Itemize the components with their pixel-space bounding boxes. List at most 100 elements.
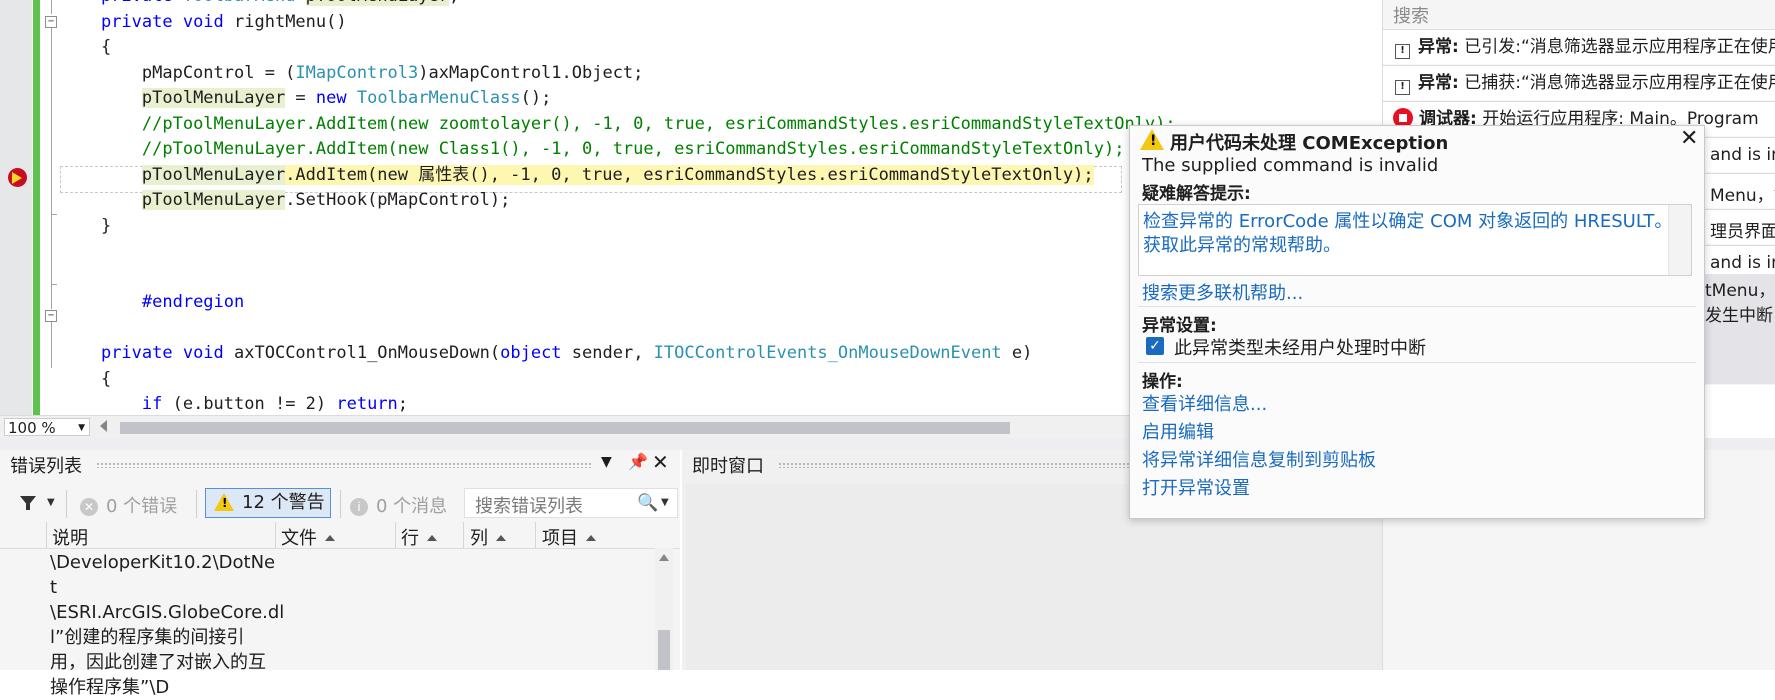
- code-token: ITOCControlEvents_OnMouseDownEvent: [653, 343, 1012, 363]
- code-token: =: [285, 88, 316, 108]
- search-online-help-link[interactable]: 搜索更多联机帮助...: [1142, 279, 1303, 305]
- code-line[interactable]: pToolMenuLayer.AddItem(new 属性表(), -1, 0,…: [60, 163, 1176, 189]
- code-token: .AddItem(new 属性表(), -1, 0, true, esriCom…: [285, 164, 1094, 185]
- code-token: {: [60, 37, 112, 57]
- warnings-filter-button[interactable]: ! 12 个警告: [205, 488, 331, 518]
- code-line[interactable]: if (e.button != 2) return;: [60, 392, 1176, 415]
- code-token: {: [60, 368, 112, 389]
- collapse-icon[interactable]: −: [45, 16, 57, 28]
- code-line[interactable]: //pToolMenuLayer.AddItem(new Class1(), -…: [60, 137, 1176, 163]
- code-line[interactable]: [60, 265, 1176, 291]
- exception-helper-popup: ! 用户代码未处理 COMException ✕ The supplied co…: [1129, 125, 1705, 519]
- column-divider: [46, 522, 47, 548]
- close-icon[interactable]: ✕: [1680, 126, 1698, 151]
- code-line[interactable]: }: [60, 214, 1176, 240]
- pin-icon[interactable]: 📌: [628, 452, 648, 471]
- messages-filter-button[interactable]: i 0 个消息: [350, 492, 447, 518]
- open-exception-settings-link[interactable]: 打开异常设置: [1142, 474, 1250, 500]
- sort-icon: [325, 535, 335, 541]
- code-token: private void: [100, 343, 235, 363]
- column-label: 文件: [281, 528, 317, 549]
- column-divider[interactable]: [463, 522, 464, 548]
- vertical-scrollbar[interactable]: [1668, 205, 1691, 275]
- actions-header: 操作:: [1142, 372, 1183, 392]
- output-row[interactable]: ! 异常: 已捕获:“消息筛选器显示应用程序正在使用中。”: [1383, 65, 1775, 100]
- code-line[interactable]: {: [60, 35, 1176, 61]
- toolbar-divider: [196, 490, 197, 518]
- column-header-project[interactable]: 项目: [542, 524, 596, 550]
- outline-line: [51, 214, 52, 309]
- close-icon[interactable]: ✕: [652, 450, 669, 474]
- code-token: .SetHook(pMapControl);: [285, 190, 511, 210]
- breakpoint-margin[interactable]: [0, 0, 32, 415]
- code-token: #endregion: [141, 292, 245, 312]
- column-label: 项目: [542, 528, 578, 549]
- column-header-line[interactable]: 行: [401, 524, 437, 550]
- code-line[interactable]: private ToolbarMenu pToolMenuLayer;: [60, 0, 1176, 10]
- column-divider[interactable]: [275, 522, 276, 548]
- error-list-search-input[interactable]: 搜索错误列表 🔍 ▼: [464, 488, 678, 518]
- vertical-scrollbar[interactable]: [655, 548, 673, 670]
- code-line[interactable]: #endregion: [60, 290, 1176, 316]
- horizontal-scrollbar-thumb[interactable]: [120, 422, 1010, 434]
- search-icon[interactable]: 🔍: [637, 493, 658, 513]
- code-text[interactable]: private ToolbarMenu pToolMenuLayer; priv…: [60, 0, 1176, 415]
- errors-filter-button[interactable]: ✕ 0 个错误: [80, 492, 177, 518]
- code-line[interactable]: pToolMenuLayer = new ToolbarMenuClass();: [60, 86, 1176, 112]
- code-line[interactable]: //pToolMenuLayer.AddItem(new zoomtolayer…: [60, 112, 1176, 138]
- enable-editing-link[interactable]: 启用编辑: [1142, 418, 1214, 444]
- tip-link-errorcode[interactable]: 检查异常的 ErrorCode 属性以确定 COM 对象返回的 HRESULT。: [1143, 207, 1672, 233]
- warning-icon-mark: !: [222, 496, 228, 510]
- code-token: //pToolMenuLayer.AddItem(new zoomtolayer…: [141, 113, 1176, 134]
- zoom-select[interactable]: 100 % ▼: [4, 418, 90, 437]
- drag-grip[interactable]: [96, 462, 592, 468]
- vertical-scrollbar-thumb[interactable]: [658, 630, 670, 670]
- code-line[interactable]: pMapControl = (IMapControl3)axMapControl…: [60, 61, 1176, 87]
- column-header-column[interactable]: 列: [470, 524, 506, 550]
- description-text: 用，因此创建了对嵌入的互: [50, 652, 266, 673]
- output-row-label: 异常:: [1418, 73, 1459, 93]
- output-search-input[interactable]: 搜索: [1393, 2, 1429, 28]
- view-details-link[interactable]: 查看详细信息...: [1142, 390, 1267, 416]
- toolbar-divider: [340, 490, 341, 518]
- toolbar-divider: [66, 490, 67, 518]
- description-text: t: [50, 577, 58, 598]
- code-token: if: [141, 394, 173, 414]
- error-list-titlebar[interactable]: 错误列表 ▼ 📌 ✕: [0, 450, 680, 478]
- exception-icon: !: [1395, 44, 1410, 59]
- scroll-left-icon[interactable]: [100, 420, 107, 432]
- chevron-down-icon[interactable]: ▼: [601, 454, 612, 470]
- code-line[interactable]: private void rightMenu(): [60, 10, 1176, 36]
- code-line[interactable]: [60, 316, 1176, 342]
- outlining-margin: [42, 0, 58, 415]
- messages-count: 0 个消息: [376, 496, 448, 517]
- outline-line: [51, 28, 52, 214]
- column-divider[interactable]: [395, 522, 396, 548]
- column-header-file[interactable]: 文件: [281, 524, 335, 550]
- code-line[interactable]: [60, 239, 1176, 265]
- scroll-up-icon[interactable]: [659, 554, 669, 561]
- chevron-down-icon[interactable]: ▼: [661, 497, 669, 508]
- error-list-toolbar: ▼ ✕ 0 个错误 ! 12 个警告 i 0 个消息 搜索错误列表 🔍 ▼: [0, 484, 680, 524]
- column-header-description[interactable]: 说明: [52, 524, 88, 550]
- error-list-row[interactable]: \DeveloperKit10.2\DotNe t \ESRI.ArcGIS.G…: [50, 550, 284, 700]
- break-on-unhandled-checkbox[interactable]: ✓: [1146, 337, 1164, 355]
- tip-link-general-help[interactable]: 获取此异常的常规帮助。: [1143, 231, 1341, 257]
- chevron-down-icon[interactable]: ▼: [47, 497, 55, 508]
- output-row[interactable]: ! 异常: 已引发:“消息筛选器显示应用程序正在使用中。”: [1383, 29, 1775, 64]
- code-token: private void: [100, 11, 235, 32]
- exception-settings-header: 异常设置:: [1142, 316, 1217, 336]
- code-line[interactable]: pToolMenuLayer.SetHook(pMapControl);: [60, 188, 1176, 214]
- code-line[interactable]: private void axTOCControl1_OnMouseDown(o…: [60, 341, 1176, 367]
- code-token: pToolMenuLayer: [141, 164, 286, 185]
- code-line[interactable]: {: [60, 367, 1176, 393]
- copy-details-link[interactable]: 将异常详细信息复制到剪贴板: [1142, 446, 1376, 472]
- break-on-unhandled-label[interactable]: 此异常类型未经用户处理时中断: [1174, 334, 1426, 360]
- column-divider[interactable]: [535, 522, 536, 548]
- code-token: axTOCControl1_OnMouseDown(: [234, 343, 501, 363]
- collapse-icon[interactable]: −: [45, 310, 57, 322]
